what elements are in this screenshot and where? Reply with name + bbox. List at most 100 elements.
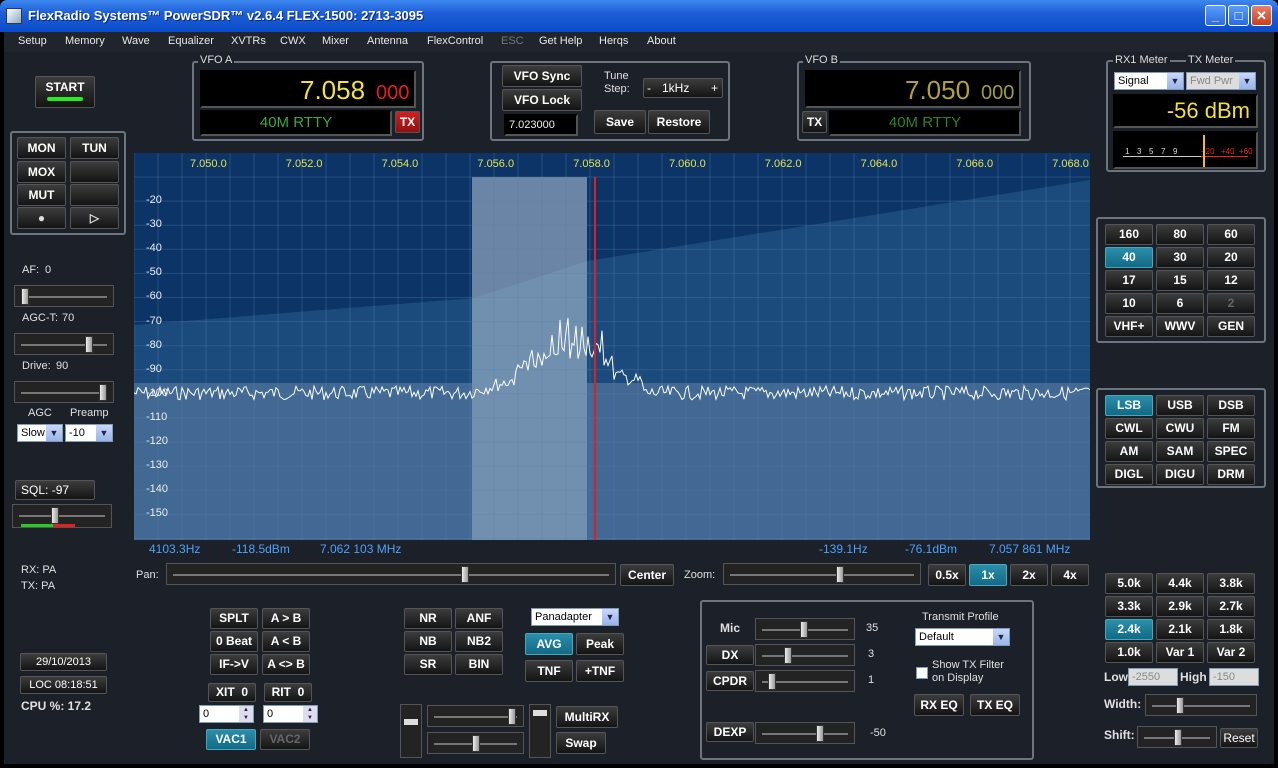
nr-button[interactable]: NR <box>404 608 452 629</box>
vfo-b-display[interactable]: 7.050 000 <box>805 70 1021 108</box>
mode-button-usb[interactable]: USB <box>1156 395 1204 416</box>
menu-equalizer[interactable]: Equalizer <box>168 35 214 47</box>
nb2-button[interactable]: NB2 <box>455 631 503 652</box>
tx-eq-button[interactable]: TX EQ <box>970 694 1020 716</box>
zoom-slider[interactable] <box>723 563 921 585</box>
band-button-40[interactable]: 40 <box>1105 247 1153 268</box>
band-button-15[interactable]: 15 <box>1156 270 1204 291</box>
filter-button-2-9k[interactable]: 2.9k <box>1156 596 1204 617</box>
filter-button-var-1[interactable]: Var 1 <box>1156 642 1204 663</box>
band-button-12[interactable]: 12 <box>1207 270 1255 291</box>
vac2-button[interactable]: VAC2 <box>260 729 310 750</box>
menu-esc[interactable]: ESC <box>501 35 524 47</box>
multirx-vertical-slider-2[interactable] <box>529 704 551 758</box>
swap-button[interactable]: Swap <box>556 732 606 754</box>
menu-xvtrs[interactable]: XVTRs <box>231 35 266 47</box>
filter-button-5-0k[interactable]: 5.0k <box>1105 573 1153 594</box>
filter-reset-button[interactable]: Reset <box>1220 728 1258 748</box>
vfo-a-tx-button[interactable]: TX <box>395 111 420 133</box>
band-button-10[interactable]: 10 <box>1105 293 1153 314</box>
record-button[interactable]: ● <box>17 207 66 229</box>
mode-button-digu[interactable]: DIGU <box>1156 464 1204 485</box>
center-button[interactable]: Center <box>620 564 674 586</box>
panadapter-display[interactable] <box>134 153 1090 540</box>
band-button-gen[interactable]: GEN <box>1207 316 1255 337</box>
dexp-slider[interactable] <box>755 722 855 744</box>
band-button-60[interactable]: 60 <box>1207 224 1255 245</box>
spin-down-icon[interactable]: ▼ <box>303 714 317 722</box>
save-button[interactable]: Save <box>594 110 646 134</box>
sql-button[interactable]: SQL: -97 <box>15 480 95 500</box>
agc-select[interactable]: Slow ▼ <box>17 424 63 442</box>
bin-button[interactable]: BIN <box>455 654 503 675</box>
filter-button-3-8k[interactable]: 3.8k <box>1207 573 1255 594</box>
memory-freq[interactable]: 7.023000 <box>504 114 578 136</box>
nb-button[interactable]: NB <box>404 631 452 652</box>
a-to-b-button[interactable]: A > B <box>262 608 310 629</box>
vfo-lock-button[interactable]: VFO Lock <box>502 89 582 111</box>
mut-button[interactable]: MUT <box>17 184 66 206</box>
drive-slider[interactable] <box>14 381 114 403</box>
minimize-button[interactable]: _ <box>1205 5 1226 26</box>
play-button[interactable]: ▷ <box>70 207 119 229</box>
af-slider[interactable] <box>14 285 114 307</box>
band-button-17[interactable]: 17 <box>1105 270 1153 291</box>
restore-button[interactable]: Restore <box>648 110 710 134</box>
band-button-wwv[interactable]: WWV <box>1156 316 1204 337</box>
anf-button[interactable]: ANF <box>455 608 503 629</box>
mut-spare-button[interactable] <box>70 184 119 206</box>
spin-down-icon[interactable]: ▼ <box>239 714 253 722</box>
filter-button-2-7k[interactable]: 2.7k <box>1207 596 1255 617</box>
multirx-gain-slider[interactable] <box>427 705 524 727</box>
dx-slider[interactable] <box>755 644 855 666</box>
menu-mixer[interactable]: Mixer <box>322 35 349 47</box>
spin-up-icon[interactable]: ▲ <box>303 706 317 714</box>
mox-spare-button[interactable] <box>70 161 119 183</box>
menu-antenna[interactable]: Antenna <box>367 35 408 47</box>
tune-step-plus[interactable]: + <box>711 79 718 97</box>
mode-button-fm[interactable]: FM <box>1207 418 1255 439</box>
xit-spinner[interactable]: 0 ▲ ▼ <box>199 705 254 723</box>
vfo-a-display[interactable]: 7.058 000 <box>200 70 416 108</box>
pan-slider[interactable] <box>166 563 616 585</box>
tnf-button[interactable]: TNF <box>525 660 573 682</box>
maximize-button[interactable]: □ <box>1228 5 1249 26</box>
dx-button[interactable]: DX <box>706 645 754 665</box>
zoom-1x-button[interactable]: 1x <box>969 564 1007 586</box>
filter-button-2-1k[interactable]: 2.1k <box>1156 619 1204 640</box>
if-to-v-button[interactable]: IF->V <box>210 654 258 675</box>
band-button-30[interactable]: 30 <box>1156 247 1204 268</box>
mode-button-cwl[interactable]: CWL <box>1105 418 1153 439</box>
vfo-sync-button[interactable]: VFO Sync <box>502 65 582 87</box>
zoom-4x-button[interactable]: 4x <box>1051 564 1089 586</box>
plus-tnf-button[interactable]: +TNF <box>576 660 624 682</box>
multirx-button[interactable]: MultiRX <box>556 706 618 728</box>
vfo-b-tx-button[interactable]: TX <box>802 111 827 133</box>
rx-eq-button[interactable]: RX EQ <box>914 694 964 716</box>
date-display[interactable]: 29/10/2013 <box>20 653 107 671</box>
b-to-a-button[interactable]: A < B <box>262 631 310 652</box>
show-tx-filter-checkbox[interactable] <box>916 667 928 679</box>
multirx-vertical-slider-1[interactable] <box>400 704 422 758</box>
xit-button[interactable]: XIT 0 <box>208 683 256 702</box>
menu-about[interactable]: About <box>647 35 676 47</box>
mode-button-cwu[interactable]: CWU <box>1156 418 1204 439</box>
mode-button-sam[interactable]: SAM <box>1156 441 1204 462</box>
menu-cwx[interactable]: CWX <box>280 35 306 47</box>
zero-beat-button[interactable]: 0 Beat <box>210 631 258 652</box>
zoom-2x-button[interactable]: 2x <box>1010 564 1048 586</box>
cpdr-slider[interactable] <box>755 670 855 692</box>
preamp-select[interactable]: -10 ▼ <box>65 424 113 442</box>
multirx-pan-slider[interactable] <box>427 732 524 754</box>
vac1-button[interactable]: VAC1 <box>206 729 256 750</box>
band-button-vhf-[interactable]: VHF+ <box>1105 316 1153 337</box>
rit-spinner[interactable]: 0 ▲ ▼ <box>263 705 318 723</box>
filter-button-2-4k[interactable]: 2.4k <box>1105 619 1153 640</box>
app-icon[interactable] <box>6 8 22 24</box>
menu-wave[interactable]: Wave <box>122 35 150 47</box>
filter-button-1-0k[interactable]: 1.0k <box>1105 642 1153 663</box>
menu-get-help[interactable]: Get Help <box>539 35 582 47</box>
filter-button-var-2[interactable]: Var 2 <box>1207 642 1255 663</box>
mode-button-spec[interactable]: SPEC <box>1207 441 1255 462</box>
band-button-80[interactable]: 80 <box>1156 224 1204 245</box>
